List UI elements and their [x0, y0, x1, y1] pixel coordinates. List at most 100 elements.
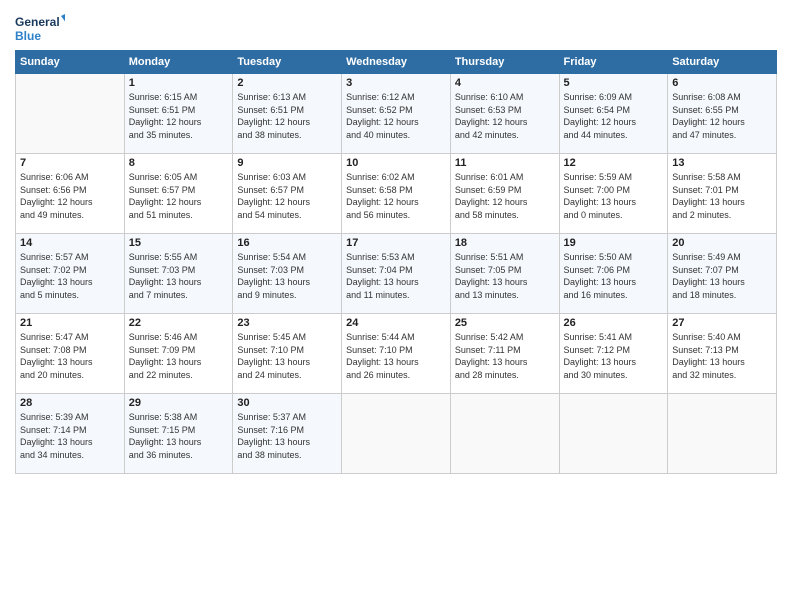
day-info: Sunrise: 5:39 AM Sunset: 7:14 PM Dayligh… [20, 411, 120, 461]
day-info: Sunrise: 5:37 AM Sunset: 7:16 PM Dayligh… [237, 411, 337, 461]
calendar-week-row: 28 Sunrise: 5:39 AM Sunset: 7:14 PM Dayli… [16, 394, 777, 474]
calendar-cell: 9Sunrise: 6:03 AM Sunset: 6:57 PM Daylig… [233, 154, 342, 234]
day-info: Sunrise: 6:13 AM Sunset: 6:51 PM Dayligh… [237, 91, 337, 141]
day-info: Sunrise: 6:10 AM Sunset: 6:53 PM Dayligh… [455, 91, 555, 141]
day-number: 29 [129, 397, 229, 409]
weekday-header: Saturday [668, 51, 777, 74]
day-number: 7 [20, 157, 120, 169]
calendar-cell: 27 Sunrise: 5:40 AM Sunset: 7:13 PM Dayli… [668, 314, 777, 394]
calendar-cell: 6 Sunrise: 6:08 AM Sunset: 6:55 PM Daylig… [668, 74, 777, 154]
weekday-header: Tuesday [233, 51, 342, 74]
calendar-cell: 7 Sunrise: 6:06 AM Sunset: 6:56 PM Daylig… [16, 154, 125, 234]
calendar-cell: 24Sunrise: 5:44 AM Sunset: 7:10 PM Dayli… [342, 314, 451, 394]
calendar-week-row: 1 Sunrise: 6:15 AM Sunset: 6:51 PM Daylig… [16, 74, 777, 154]
calendar-cell: 17Sunrise: 5:53 AM Sunset: 7:04 PM Dayli… [342, 234, 451, 314]
weekday-header: Thursday [450, 51, 559, 74]
day-number: 11 [455, 157, 555, 169]
calendar-cell [668, 394, 777, 474]
weekday-header: Sunday [16, 51, 125, 74]
calendar-cell: 22 Sunrise: 5:46 AM Sunset: 7:09 PM Dayli… [124, 314, 233, 394]
calendar-cell: 16 Sunrise: 5:54 AM Sunset: 7:03 PM Dayli… [233, 234, 342, 314]
day-number: 6 [672, 77, 772, 89]
calendar-cell: 10Sunrise: 6:02 AM Sunset: 6:58 PM Dayli… [342, 154, 451, 234]
header: General Blue [15, 10, 777, 46]
day-info: Sunrise: 5:51 AM Sunset: 7:05 PM Dayligh… [455, 251, 555, 301]
calendar-cell: 14Sunrise: 5:57 AM Sunset: 7:02 PM Dayli… [16, 234, 125, 314]
calendar-cell: 20Sunrise: 5:49 AM Sunset: 7:07 PM Dayli… [668, 234, 777, 314]
day-info: Sunrise: 5:40 AM Sunset: 7:13 PM Dayligh… [672, 331, 772, 381]
day-number: 22 [129, 317, 229, 329]
day-number: 2 [237, 77, 337, 89]
day-info: Sunrise: 5:58 AM Sunset: 7:01 PM Dayligh… [672, 171, 772, 221]
day-number: 26 [564, 317, 664, 329]
calendar-cell: 19Sunrise: 5:50 AM Sunset: 7:06 PM Dayli… [559, 234, 668, 314]
calendar-week-row: 14Sunrise: 5:57 AM Sunset: 7:02 PM Dayli… [16, 234, 777, 314]
day-number: 10 [346, 157, 446, 169]
day-info: Sunrise: 6:03 AM Sunset: 6:57 PM Dayligh… [237, 171, 337, 221]
calendar-cell: 8 Sunrise: 6:05 AM Sunset: 6:57 PM Daylig… [124, 154, 233, 234]
day-info: Sunrise: 5:54 AM Sunset: 7:03 PM Dayligh… [237, 251, 337, 301]
day-number: 27 [672, 317, 772, 329]
day-info: Sunrise: 6:06 AM Sunset: 6:56 PM Dayligh… [20, 171, 120, 221]
day-number: 12 [564, 157, 664, 169]
day-info: Sunrise: 5:55 AM Sunset: 7:03 PM Dayligh… [129, 251, 229, 301]
calendar-cell [559, 394, 668, 474]
calendar-cell: 23Sunrise: 5:45 AM Sunset: 7:10 PM Dayli… [233, 314, 342, 394]
calendar-cell: 3 Sunrise: 6:12 AM Sunset: 6:52 PM Daylig… [342, 74, 451, 154]
day-number: 15 [129, 237, 229, 249]
day-info: Sunrise: 5:50 AM Sunset: 7:06 PM Dayligh… [564, 251, 664, 301]
calendar-cell: 30 Sunrise: 5:37 AM Sunset: 7:16 PM Dayli… [233, 394, 342, 474]
day-number: 5 [564, 77, 664, 89]
day-info: Sunrise: 5:42 AM Sunset: 7:11 PM Dayligh… [455, 331, 555, 381]
calendar-cell: 4 Sunrise: 6:10 AM Sunset: 6:53 PM Daylig… [450, 74, 559, 154]
day-number: 30 [237, 397, 337, 409]
day-info: Sunrise: 6:12 AM Sunset: 6:52 PM Dayligh… [346, 91, 446, 141]
day-number: 8 [129, 157, 229, 169]
day-number: 16 [237, 237, 337, 249]
svg-text:General: General [15, 15, 60, 29]
day-info: Sunrise: 6:15 AM Sunset: 6:51 PM Dayligh… [129, 91, 229, 141]
day-number: 4 [455, 77, 555, 89]
logo-svg: General Blue [15, 10, 65, 46]
calendar-cell: 5Sunrise: 6:09 AM Sunset: 6:54 PM Daylig… [559, 74, 668, 154]
calendar-cell: 12 Sunrise: 5:59 AM Sunset: 7:00 PM Dayli… [559, 154, 668, 234]
calendar-cell: 29 Sunrise: 5:38 AM Sunset: 7:15 PM Dayli… [124, 394, 233, 474]
calendar-cell [450, 394, 559, 474]
day-info: Sunrise: 5:57 AM Sunset: 7:02 PM Dayligh… [20, 251, 120, 301]
calendar-cell: 2 Sunrise: 6:13 AM Sunset: 6:51 PM Daylig… [233, 74, 342, 154]
weekday-header: Monday [124, 51, 233, 74]
day-info: Sunrise: 5:45 AM Sunset: 7:10 PM Dayligh… [237, 331, 337, 381]
calendar-cell [342, 394, 451, 474]
day-number: 3 [346, 77, 446, 89]
day-number: 1 [129, 77, 229, 89]
day-info: Sunrise: 5:44 AM Sunset: 7:10 PM Dayligh… [346, 331, 446, 381]
calendar-cell: 25 Sunrise: 5:42 AM Sunset: 7:11 PM Dayli… [450, 314, 559, 394]
day-number: 28 [20, 397, 120, 409]
day-info: Sunrise: 5:46 AM Sunset: 7:09 PM Dayligh… [129, 331, 229, 381]
calendar-table: SundayMondayTuesdayWednesdayThursdayFrid… [15, 50, 777, 474]
calendar-cell [16, 74, 125, 154]
calendar-cell: 28 Sunrise: 5:39 AM Sunset: 7:14 PM Dayli… [16, 394, 125, 474]
day-info: Sunrise: 5:49 AM Sunset: 7:07 PM Dayligh… [672, 251, 772, 301]
calendar-cell: 18 Sunrise: 5:51 AM Sunset: 7:05 PM Dayli… [450, 234, 559, 314]
calendar-cell: 15 Sunrise: 5:55 AM Sunset: 7:03 PM Dayli… [124, 234, 233, 314]
day-number: 18 [455, 237, 555, 249]
page-container: General Blue SundayMondayTuesdayWednesda… [0, 0, 792, 484]
calendar-cell: 13Sunrise: 5:58 AM Sunset: 7:01 PM Dayli… [668, 154, 777, 234]
weekday-header: Friday [559, 51, 668, 74]
day-info: Sunrise: 5:38 AM Sunset: 7:15 PM Dayligh… [129, 411, 229, 461]
weekday-header: Wednesday [342, 51, 451, 74]
calendar-header-row: SundayMondayTuesdayWednesdayThursdayFrid… [16, 51, 777, 74]
day-info: Sunrise: 6:08 AM Sunset: 6:55 PM Dayligh… [672, 91, 772, 141]
day-info: Sunrise: 6:01 AM Sunset: 6:59 PM Dayligh… [455, 171, 555, 221]
day-info: Sunrise: 5:53 AM Sunset: 7:04 PM Dayligh… [346, 251, 446, 301]
day-info: Sunrise: 6:05 AM Sunset: 6:57 PM Dayligh… [129, 171, 229, 221]
calendar-cell: 21 Sunrise: 5:47 AM Sunset: 7:08 PM Dayli… [16, 314, 125, 394]
day-number: 25 [455, 317, 555, 329]
day-info: Sunrise: 5:41 AM Sunset: 7:12 PM Dayligh… [564, 331, 664, 381]
calendar-week-row: 21 Sunrise: 5:47 AM Sunset: 7:08 PM Dayli… [16, 314, 777, 394]
day-info: Sunrise: 5:47 AM Sunset: 7:08 PM Dayligh… [20, 331, 120, 381]
day-info: Sunrise: 5:59 AM Sunset: 7:00 PM Dayligh… [564, 171, 664, 221]
svg-text:Blue: Blue [15, 29, 41, 43]
day-number: 21 [20, 317, 120, 329]
